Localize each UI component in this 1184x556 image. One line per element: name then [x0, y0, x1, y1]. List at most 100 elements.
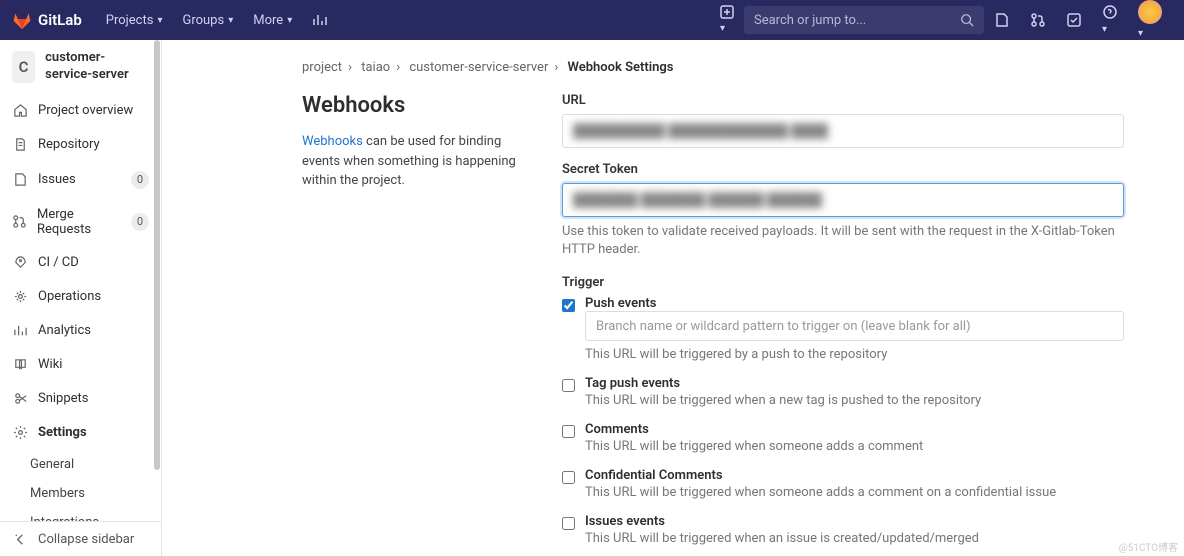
chevron-down-icon: ▾ — [1138, 28, 1143, 39]
trigger-desc: This URL will be triggered when someone … — [585, 439, 1124, 454]
sidebar-item-ci-cd[interactable]: CI / CD — [0, 246, 161, 280]
crumb-group[interactable]: taiao — [361, 60, 390, 75]
sidebar-sub-members[interactable]: Members — [0, 479, 161, 508]
nav-more[interactable]: More▾ — [243, 13, 302, 28]
chevron-down-icon: ▾ — [157, 15, 162, 26]
trigger-desc: This URL will be triggered when someone … — [585, 485, 1124, 500]
crumb-project[interactable]: project — [302, 60, 342, 75]
sidebar-item-repository[interactable]: Repository — [0, 128, 161, 162]
activity-icon[interactable] — [302, 12, 338, 28]
sidebar-item-issues[interactable]: Issues 0 — [0, 162, 161, 198]
chevron-down-icon: ▾ — [228, 15, 233, 26]
chevron-down-icon: ▾ — [1102, 24, 1107, 35]
trigger-desc: This URL will be triggered when a new ta… — [585, 393, 1124, 408]
home-icon — [12, 103, 28, 119]
trigger-title: Comments — [585, 422, 1124, 437]
url-label: URL — [562, 93, 1124, 108]
url-input[interactable]: ██████████ █████████████ ████ — [562, 114, 1124, 148]
todos-icon[interactable] — [1056, 12, 1092, 28]
breadcrumb: project› taiao› customer-service-server›… — [302, 60, 1124, 75]
search-input[interactable] — [754, 13, 960, 28]
rocket-icon — [12, 255, 28, 271]
sidebar-sub-general[interactable]: General — [0, 450, 161, 479]
push-branch-input[interactable] — [585, 311, 1124, 341]
project-header[interactable]: C customer-service-server — [0, 40, 161, 94]
trigger-label: Trigger — [562, 275, 1124, 290]
project-avatar: C — [12, 51, 35, 83]
sidebar-item-analytics[interactable]: Analytics — [0, 314, 161, 348]
project-name: customer-service-server — [45, 50, 149, 84]
trigger-push-events: Push events This URL will be triggered b… — [562, 296, 1124, 370]
scissors-icon — [12, 391, 28, 407]
chevron-down-icon: ▾ — [287, 15, 292, 26]
ops-icon — [12, 289, 28, 305]
trigger-issues-events: Issues events This URL will be triggered… — [562, 514, 1124, 554]
webhooks-link[interactable]: Webhooks — [302, 134, 363, 149]
trigger-checkbox[interactable] — [562, 299, 575, 312]
sidebar-item-wiki[interactable]: Wiki — [0, 348, 161, 382]
watermark: @51CTO博客 — [1119, 539, 1178, 554]
sidebar-item-project-overview[interactable]: Project overview — [0, 94, 161, 128]
top-nav: GitLab Projects▾ Groups▾ More▾ ▾ ▾ ▾ — [0, 0, 1184, 40]
sidebar-item-label: Merge Requests — [37, 207, 121, 237]
trigger-checkbox[interactable] — [562, 471, 575, 484]
merge-requests-icon[interactable] — [1020, 12, 1056, 28]
trigger-title: Push events — [585, 296, 1124, 311]
sidebar-item-label: Wiki — [38, 357, 62, 372]
sidebar-item-label: Analytics — [38, 323, 91, 338]
main-content: project› taiao› customer-service-server›… — [162, 40, 1184, 556]
sidebar-item-merge-requests[interactable]: Merge Requests 0 — [0, 198, 161, 246]
trigger-desc: This URL will be triggered by a push to … — [585, 347, 1124, 362]
trigger-title: Confidential Comments — [585, 468, 1124, 483]
help-icon[interactable]: ▾ — [1092, 4, 1128, 36]
sidebar-item-snippets[interactable]: Snippets — [0, 382, 161, 416]
sidebar-item-label: Repository — [38, 137, 100, 152]
issues-icon — [12, 172, 28, 188]
chevron-down-icon: ▾ — [720, 23, 725, 34]
trigger-checkbox[interactable] — [562, 517, 575, 530]
gitlab-icon — [12, 10, 32, 30]
crumb-current: Webhook Settings — [568, 60, 674, 75]
secret-label: Secret Token — [562, 162, 1124, 177]
crumb-repo[interactable]: customer-service-server — [409, 60, 548, 75]
sidebar-scrollbar[interactable] — [153, 40, 161, 556]
count-badge: 0 — [131, 171, 149, 189]
search-box[interactable] — [744, 6, 984, 34]
gitlab-logo[interactable]: GitLab — [12, 10, 82, 30]
trigger-comments: Comments This URL will be triggered when… — [562, 422, 1124, 462]
intro-text: Webhooks can be used for binding events … — [302, 132, 522, 191]
sidebar-item-label: Settings — [38, 425, 87, 440]
brand-text: GitLab — [38, 11, 82, 29]
trigger-tag-push-events: Tag push events This URL will be trigger… — [562, 376, 1124, 416]
sidebar-item-label: Project overview — [38, 103, 133, 118]
sidebar-item-label: CI / CD — [38, 255, 79, 270]
sidebar-item-label: Issues — [38, 172, 76, 187]
book-icon — [12, 357, 28, 373]
trigger-desc: This URL will be triggered when an issue… — [585, 531, 1124, 546]
avatar — [1138, 0, 1162, 24]
sidebar-item-label: Operations — [38, 289, 101, 304]
chart-icon — [12, 323, 28, 339]
sidebar-sub-integrations[interactable]: Integrations — [0, 508, 161, 521]
sidebar-item-settings[interactable]: Settings — [0, 416, 161, 450]
secret-token-input[interactable]: ███████ ███████ ██████ ██████ — [562, 183, 1124, 217]
issues-icon[interactable] — [984, 12, 1020, 28]
user-menu[interactable]: ▾ — [1128, 0, 1172, 40]
secret-help-text: Use this token to validate received payl… — [562, 223, 1124, 259]
merge-icon — [12, 214, 27, 230]
nav-projects[interactable]: Projects▾ — [96, 13, 173, 28]
sidebar: C customer-service-server Project overvi… — [0, 40, 162, 556]
trigger-checkbox[interactable] — [562, 425, 575, 438]
chevron-left-icon — [12, 531, 28, 547]
nav-groups[interactable]: Groups▾ — [172, 13, 243, 28]
page-title: Webhooks — [302, 93, 522, 118]
trigger-confidential-comments: Confidential Comments This URL will be t… — [562, 468, 1124, 508]
count-badge: 0 — [131, 213, 149, 231]
doc-icon — [12, 137, 28, 153]
collapse-sidebar[interactable]: Collapse sidebar — [0, 521, 161, 556]
plus-dropdown[interactable]: ▾ — [710, 5, 744, 35]
trigger-checkbox[interactable] — [562, 379, 575, 392]
trigger-title: Tag push events — [585, 376, 1124, 391]
sidebar-item-operations[interactable]: Operations — [0, 280, 161, 314]
trigger-title: Issues events — [585, 514, 1124, 529]
